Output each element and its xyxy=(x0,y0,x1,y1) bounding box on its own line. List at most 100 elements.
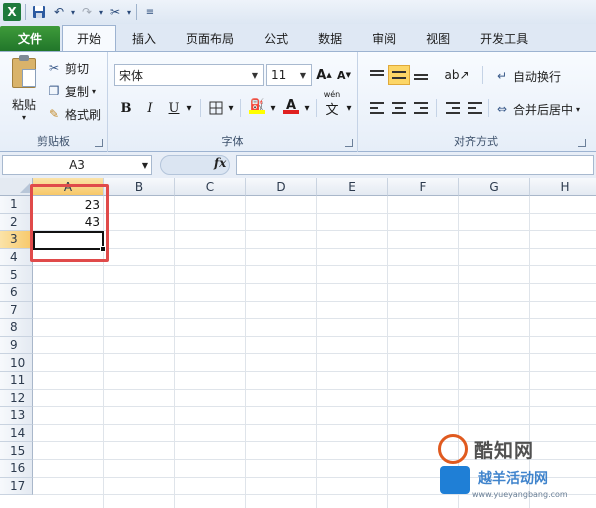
row-header-2[interactable]: 2 xyxy=(0,213,33,232)
orientation-icon: ab↗ xyxy=(444,68,470,82)
row-header-4[interactable]: 4 xyxy=(0,248,33,267)
chevron-down-icon[interactable]: ▾ xyxy=(302,98,312,118)
underline-button[interactable]: U xyxy=(164,98,184,118)
row-header-15[interactable]: 15 xyxy=(0,442,33,460)
column-header-d[interactable]: D xyxy=(246,178,317,196)
text-orientation-button[interactable]: ab↗ xyxy=(444,65,470,85)
font-color-button[interactable]: A xyxy=(280,96,302,116)
chevron-down-icon[interactable]: ▾ xyxy=(226,98,236,118)
shrink-font-button[interactable]: A ▼ xyxy=(336,65,352,85)
dialog-launcher-icon[interactable] xyxy=(578,139,586,147)
highlight-annotation xyxy=(30,184,109,262)
format-painter-icon[interactable]: ✂ xyxy=(105,2,125,22)
quick-access-toolbar: X ↶ ▾ ↷ ▾ ✂ ▾ ≡ xyxy=(0,0,596,24)
format-painter-button[interactable]: ✎ 格式刷 xyxy=(46,104,101,124)
name-box[interactable]: A3 ▼ xyxy=(2,155,152,175)
row-header-10[interactable]: 10 xyxy=(0,354,33,372)
align-left-button[interactable] xyxy=(366,98,388,118)
tab-developer[interactable]: 开发工具 xyxy=(466,26,542,51)
undo-icon[interactable]: ↶ xyxy=(49,2,69,22)
font-name-combo[interactable]: 宋体 ▼ xyxy=(114,64,264,86)
row-header-6[interactable]: 6 xyxy=(0,284,33,302)
row-header-16[interactable]: 16 xyxy=(0,460,33,478)
gridline xyxy=(33,230,596,232)
decrease-indent-button[interactable] xyxy=(442,98,464,118)
customize-toolbar-icon[interactable]: ≡ xyxy=(140,2,160,22)
row-header-7[interactable]: 7 xyxy=(0,301,33,320)
clipboard-group-label: 剪贴板 xyxy=(37,135,70,148)
copy-icon: ❐ xyxy=(48,84,60,98)
gridline xyxy=(33,300,596,302)
gridline xyxy=(316,196,317,508)
copy-button[interactable]: ❐ 复制 ▾ xyxy=(46,81,96,101)
column-header-h[interactable]: H xyxy=(530,178,596,196)
dialog-launcher-icon[interactable] xyxy=(95,139,103,147)
column-header-e[interactable]: E xyxy=(317,178,388,196)
paste-icon xyxy=(12,55,36,88)
redo-icon[interactable]: ↷ xyxy=(77,2,97,22)
font-size-combo[interactable]: 11 ▼ xyxy=(266,64,312,86)
row-header-1[interactable]: 1 xyxy=(0,196,33,214)
gridline xyxy=(33,406,596,408)
tab-page-layout[interactable]: 页面布局 xyxy=(172,26,248,51)
column-header-b[interactable]: B xyxy=(104,178,175,196)
clipboard-group: 粘贴 ▾ ✂ 剪切 ❐ 复制 ▾ ✎ 格式刷 剪贴板 xyxy=(0,52,108,152)
row-header-11[interactable]: 11 xyxy=(0,372,33,390)
bottom-align-button[interactable] xyxy=(410,65,432,85)
chevron-down-icon[interactable]: ▾ xyxy=(268,98,278,118)
gridline xyxy=(174,196,175,508)
chevron-down-icon[interactable]: ▾ xyxy=(69,2,77,22)
top-align-button[interactable] xyxy=(366,65,388,85)
gridline xyxy=(245,196,246,508)
select-all-corner[interactable] xyxy=(0,178,33,196)
row-header-14[interactable]: 14 xyxy=(0,424,33,443)
tab-view[interactable]: 视图 xyxy=(412,26,464,51)
row-header-12[interactable]: 12 xyxy=(0,389,33,408)
chevron-down-icon[interactable]: ▼ xyxy=(142,161,148,170)
dialog-launcher-icon[interactable] xyxy=(345,139,353,147)
cut-button[interactable]: ✂ 剪切 xyxy=(46,58,89,78)
save-icon[interactable] xyxy=(29,2,49,22)
watermark-title: 酷知网 xyxy=(474,440,535,462)
fx-icon[interactable]: fx xyxy=(214,156,226,170)
chevron-down-icon[interactable]: ▾ xyxy=(184,98,194,118)
tab-review[interactable]: 审阅 xyxy=(358,26,410,51)
alignment-group-label: 对齐方式 xyxy=(454,135,498,148)
formula-input[interactable] xyxy=(236,155,594,175)
gridline xyxy=(33,318,596,320)
chevron-down-icon[interactable]: ▾ xyxy=(344,98,354,118)
grow-font-button[interactable]: A ▲ xyxy=(316,65,332,85)
tab-insert[interactable]: 插入 xyxy=(118,26,170,51)
gridline xyxy=(33,335,596,337)
middle-align-button[interactable] xyxy=(388,65,410,85)
align-center-button[interactable] xyxy=(388,98,410,118)
bold-button[interactable]: B xyxy=(116,98,136,118)
gridline xyxy=(33,265,596,267)
row-header-3[interactable]: 3 xyxy=(0,231,33,249)
paste-button[interactable]: 粘贴 ▾ xyxy=(8,55,40,130)
italic-button[interactable]: I xyxy=(140,98,160,118)
row-header-9[interactable]: 9 xyxy=(0,336,33,355)
row-header-8[interactable]: 8 xyxy=(0,319,33,337)
tab-file[interactable]: 文件 xyxy=(0,26,61,51)
column-header-c[interactable]: C xyxy=(175,178,246,196)
borders-icon[interactable] xyxy=(206,98,226,118)
column-header-f[interactable]: F xyxy=(388,178,459,196)
row-header-5[interactable]: 5 xyxy=(0,266,33,284)
tab-data[interactable]: 数据 xyxy=(304,26,356,51)
merge-center-button[interactable]: ⇔ 合并后居中 ▾ xyxy=(494,99,580,119)
tab-formulas[interactable]: 公式 xyxy=(250,26,302,51)
wrap-text-button[interactable]: ↵ 自动换行 xyxy=(494,66,561,86)
fill-color-button[interactable]: ⛽ xyxy=(246,96,268,116)
align-right-button[interactable] xyxy=(410,98,432,118)
row-header-17[interactable]: 17 xyxy=(0,477,33,496)
tab-home[interactable]: 开始 xyxy=(62,25,117,51)
font-group-label: 字体 xyxy=(221,135,244,148)
phonetic-guide-button[interactable]: wén 文 xyxy=(320,90,344,118)
column-header-g[interactable]: G xyxy=(459,178,530,196)
wrap-text-icon: ↵ xyxy=(496,69,508,83)
chevron-down-icon[interactable]: ▾ xyxy=(97,2,105,22)
row-header-13[interactable]: 13 xyxy=(0,407,33,425)
increase-indent-button[interactable] xyxy=(464,98,486,118)
chevron-down-icon[interactable]: ▾ xyxy=(125,2,133,22)
